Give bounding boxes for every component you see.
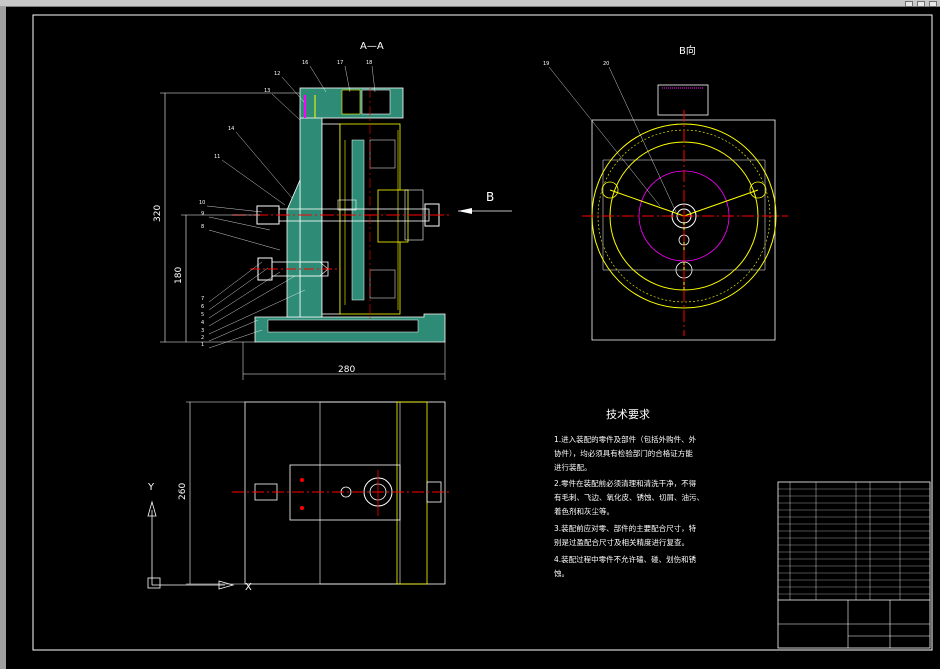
ucs-icon: Y X: [147, 482, 252, 593]
outer-frame: [32, 14, 933, 651]
part-label: 3: [201, 328, 204, 334]
tech-line: 2.零件在装配前必须清理和清洗干净，不得: [554, 478, 697, 488]
dim-width-plan: 260: [178, 483, 188, 500]
top-pocket: [341, 89, 361, 115]
tech-line: 3.装配前应对零、部件的主要配合尺寸，特: [554, 523, 697, 533]
dim-height-total: 320: [153, 205, 163, 222]
view-arrow-head: [458, 208, 472, 214]
cad-drawing-viewport[interactable]: A—A 320 180 280 B 12 16 17 18 13 14 11 1…: [0, 0, 940, 669]
tech-line: 着色剂和灰尘等。: [554, 506, 614, 516]
view-arrow-label: B: [486, 190, 494, 204]
part-label: 6: [201, 304, 204, 310]
part-label: 9: [201, 211, 204, 217]
tech-line: 蚀。: [554, 568, 569, 578]
ucs-y-label: Y: [147, 482, 155, 493]
part-label: 19: [543, 61, 549, 67]
tech-line: 进行装配。: [554, 462, 592, 472]
part-label: 1: [201, 342, 204, 348]
part-label: 17: [337, 60, 343, 66]
part-label: 14: [228, 126, 234, 132]
plan-view: 260: [178, 401, 450, 585]
ucs-x-label: X: [245, 582, 252, 593]
b-view-title: B向: [679, 44, 696, 57]
tech-line: 4.装配过程中零件不允许磕、碰、划伤和锈: [554, 554, 697, 564]
section-view-title: A—A: [360, 41, 384, 52]
tech-line: 协件），均必须具有检验部门的合格证方能: [554, 448, 693, 458]
top-pocket-2: [361, 89, 391, 115]
tech-requirements: 技术要求 1.进入装配的零件及部件（包括外购件、外 协件），均必须具有检验部门的…: [554, 408, 704, 578]
part-label: 20: [603, 61, 609, 67]
title-block: [777, 481, 931, 649]
tech-heading: 技术要求: [606, 408, 650, 421]
part-label: 13: [264, 88, 270, 94]
plan-outline: [244, 401, 446, 585]
part-label: 10: [199, 200, 205, 206]
part-label: 7: [201, 296, 204, 302]
tech-line: 有毛刺、飞边、氧化皮、锈蚀、切屑、油污、: [554, 492, 704, 502]
part-label: 5: [201, 312, 204, 318]
part-label: 8: [201, 224, 204, 230]
dim-width-base: 280: [338, 365, 355, 375]
part-label: 16: [302, 60, 308, 66]
face-plate: [321, 123, 341, 315]
dim-height-center: 180: [174, 267, 184, 284]
part-label: 12: [274, 71, 280, 77]
part-label: 18: [366, 60, 372, 66]
part-label: 11: [214, 154, 220, 160]
upright-support: [299, 101, 323, 318]
tech-line: 别是过盈配合尺寸及相关精度进行复查。: [554, 537, 689, 547]
rib: [286, 179, 301, 318]
drawing-canvas: A—A 320 180 280 B 12 16 17 18 13 14 11 1…: [32, 14, 933, 651]
part-label: 4: [201, 320, 204, 326]
section-view-a-a: A—A 320 180 280 B 12 16 17 18 13 14 11 1…: [153, 41, 512, 380]
tech-line: 1.进入装配的零件及部件（包括外购件、外: [554, 434, 697, 444]
part-label: 2: [201, 335, 204, 341]
base-slot: [267, 319, 419, 333]
view-b: B向 19 20: [543, 44, 788, 341]
